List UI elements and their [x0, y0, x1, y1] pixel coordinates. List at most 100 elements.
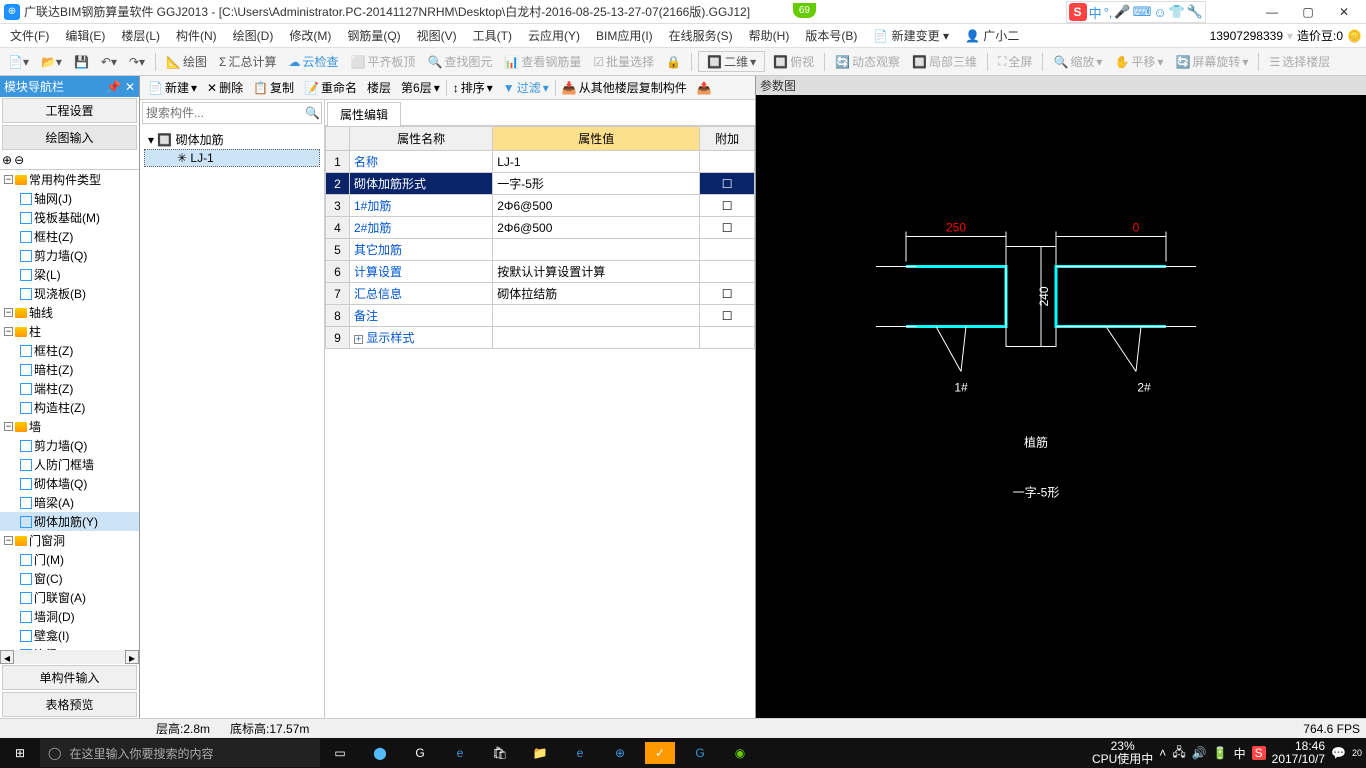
tree-item[interactable]: − 门窗洞 [0, 531, 139, 550]
tb-360[interactable]: ◉ [720, 738, 760, 768]
pin-icon[interactable]: 📌 [106, 80, 121, 94]
tb-edge[interactable]: e [440, 738, 480, 768]
diagram-canvas[interactable]: 250 0 240 1# 2# 植筋 [756, 95, 1366, 738]
ime-sogou-icon[interactable]: S [1069, 3, 1087, 21]
ime-emoji-icon[interactable]: ☺ [1153, 5, 1166, 20]
tree-item[interactable]: 墙洞(D) [0, 607, 139, 626]
tree-item[interactable]: 窗(C) [0, 569, 139, 588]
expand-all-icon[interactable]: ⊕ [2, 153, 12, 167]
maximize-button[interactable]: ▢ [1290, 1, 1326, 23]
rename-component-button[interactable]: 📝 重命名 [300, 78, 361, 97]
tree-item[interactable]: 门(M) [0, 550, 139, 569]
delete-component-button[interactable]: ✕ 删除 [203, 78, 247, 97]
2d-dropdown[interactable]: 🔲 二维 ▾ [698, 51, 765, 72]
tree-item[interactable]: 剪力墙(Q) [0, 436, 139, 455]
property-edit-tab[interactable]: 属性编辑 [327, 102, 401, 126]
tree-item[interactable]: − 常用构件类型 [0, 170, 139, 189]
cloud-check-button[interactable]: ☁ 云检查 [284, 51, 342, 72]
tray-chevron-icon[interactable]: ˄ [1159, 746, 1166, 760]
orbit-button[interactable]: 🔄 动态观察 [831, 51, 904, 72]
ime-shirt-icon[interactable]: 👕 [1169, 4, 1185, 20]
tb-ie[interactable]: e [560, 738, 600, 768]
menu-component[interactable]: 构件(N) [170, 25, 223, 46]
sort-button[interactable]: ↕ 排序 ▾ [449, 78, 497, 97]
tray-battery-icon[interactable]: 🔋 [1213, 746, 1228, 760]
redo-button[interactable]: ↷▾ [125, 53, 149, 71]
tree-item[interactable]: 壁龛(I) [0, 626, 139, 645]
menu-floor[interactable]: 楼层(L) [115, 25, 166, 46]
prop-row[interactable]: 5其它加筋 [326, 239, 755, 261]
ime-kbd-icon[interactable]: ⌨ [1133, 4, 1152, 20]
tb-store[interactable]: 🛍 [480, 738, 520, 768]
top-view-button[interactable]: 🔲 俯视 [769, 51, 818, 72]
prop-row[interactable]: 31#加筋2Φ6@500☐ [326, 195, 755, 217]
draw-button[interactable]: 📐绘图 [162, 51, 211, 72]
tree-item[interactable]: 梁(L) [0, 265, 139, 284]
component-instance-tree[interactable]: ▾ 🔲 砌体加筋 ✳ LJ-1 [140, 126, 324, 171]
menu-modify[interactable]: 修改(M) [283, 25, 337, 46]
search-input[interactable] [143, 103, 304, 123]
tree-item[interactable]: 框柱(Z) [0, 227, 139, 246]
tree-item[interactable]: 筏板基础(M) [0, 208, 139, 227]
tb-app-1[interactable]: ⬤ [360, 738, 400, 768]
comp-root[interactable]: ▾ 🔲 砌体加筋 [144, 130, 320, 149]
ime-punct-icon[interactable]: °, [1104, 5, 1113, 20]
minimize-button[interactable]: — [1254, 1, 1290, 23]
component-type-tree[interactable]: − 常用构件类型 轴网(J) 筏板基础(M) 框柱(Z) 剪力墙(Q) 梁(L)… [0, 170, 139, 650]
tree-item[interactable]: 构造柱(Z) [0, 398, 139, 417]
tray-lan-icon[interactable]: 🖧 [1172, 743, 1185, 764]
start-button[interactable]: ⊞ [0, 738, 40, 768]
sum-calc-button[interactable]: Σ 汇总计算 [215, 51, 280, 72]
tree-item[interactable]: 砌体加筋(Y) [0, 512, 139, 531]
ime-zhong[interactable]: 中 [1089, 3, 1102, 22]
pan-button[interactable]: ✋ 平移 ▾ [1110, 51, 1167, 72]
tree-item[interactable]: 人防门框墙 [0, 455, 139, 474]
user-button[interactable]: 👤 广小二 [959, 25, 1025, 46]
drawing-input-tab[interactable]: 绘图输入 [2, 125, 137, 150]
floor-dropdown[interactable]: 第6层 ▾ [397, 78, 444, 97]
copy-component-button[interactable]: 📋 复制 [249, 78, 298, 97]
open-file-button[interactable]: 📂▾ [37, 53, 66, 71]
view-rebar-button[interactable]: 📊 查看钢筋量 [500, 51, 585, 72]
tb-app-4[interactable]: G [680, 738, 720, 768]
table-preview-tab[interactable]: 表格预览 [2, 692, 137, 717]
tray-volume-icon[interactable]: 🔊 [1192, 746, 1207, 760]
taskbar-search[interactable]: ◯ 在这里输入你要搜索的内容 [40, 739, 320, 767]
ime-mic-icon[interactable]: 🎤 [1114, 4, 1130, 20]
filter-button[interactable]: ▼ 过滤 ▾ [499, 78, 553, 97]
ime-tool-icon[interactable]: 🔧 [1187, 4, 1203, 20]
menu-rebar[interactable]: 钢筋量(Q) [341, 25, 406, 46]
tree-item[interactable]: 轴网(J) [0, 189, 139, 208]
prop-row[interactable]: 1名称LJ-1 [326, 151, 755, 173]
prop-row[interactable]: 42#加筋2Φ6@500☐ [326, 217, 755, 239]
close-button[interactable]: ✕ [1326, 1, 1362, 23]
menu-bim[interactable]: BIM应用(I) [590, 25, 659, 46]
lock-button[interactable]: 🔒 [662, 53, 685, 71]
hscroll[interactable]: ◂ ▸ [0, 650, 139, 664]
menu-help[interactable]: 帮助(H) [743, 25, 796, 46]
menu-version[interactable]: 版本号(B) [799, 25, 863, 46]
undo-button[interactable]: ↶▾ [97, 53, 121, 71]
tb-app-2[interactable]: G [400, 738, 440, 768]
prop-row[interactable]: 9+ 显示样式 [326, 327, 755, 349]
save-button[interactable]: 💾 [70, 53, 93, 71]
prop-row[interactable]: 8备注☐ [326, 305, 755, 327]
tree-item[interactable]: − 轴线 [0, 303, 139, 322]
task-view-button[interactable]: ▭ [320, 738, 360, 768]
zoom-button[interactable]: 🔍 缩放 ▾ [1049, 51, 1106, 72]
ime-bar[interactable]: S 中 °, 🎤 ⌨ ☺ 👕 🔧 [1066, 1, 1206, 23]
menu-edit[interactable]: 编辑(E) [59, 25, 111, 46]
tb-ggj[interactable]: ⊕ [600, 738, 640, 768]
close-panel-icon[interactable]: ✕ [125, 80, 135, 94]
rotate-screen-button[interactable]: 🔄 屏幕旋转 ▾ [1171, 51, 1252, 72]
single-component-tab[interactable]: 单构件输入 [2, 665, 137, 690]
tray-sogou-icon[interactable]: S [1252, 746, 1266, 760]
tree-item[interactable]: 框柱(Z) [0, 341, 139, 360]
menu-draw[interactable]: 绘图(D) [227, 25, 280, 46]
new-file-button[interactable]: 📄▾ [4, 53, 33, 71]
fullscreen-button[interactable]: ⛶ 全屏 [994, 51, 1036, 72]
property-grid[interactable]: 属性名称 属性值 附加 1名称LJ-12砌体加筋形式一字-5形☐31#加筋2Φ6… [325, 126, 755, 349]
select-floor-button[interactable]: ☰ 选择楼层 [1265, 51, 1334, 72]
project-settings-tab[interactable]: 工程设置 [2, 98, 137, 123]
prop-row[interactable]: 7汇总信息砌体拉结筋☐ [326, 283, 755, 305]
